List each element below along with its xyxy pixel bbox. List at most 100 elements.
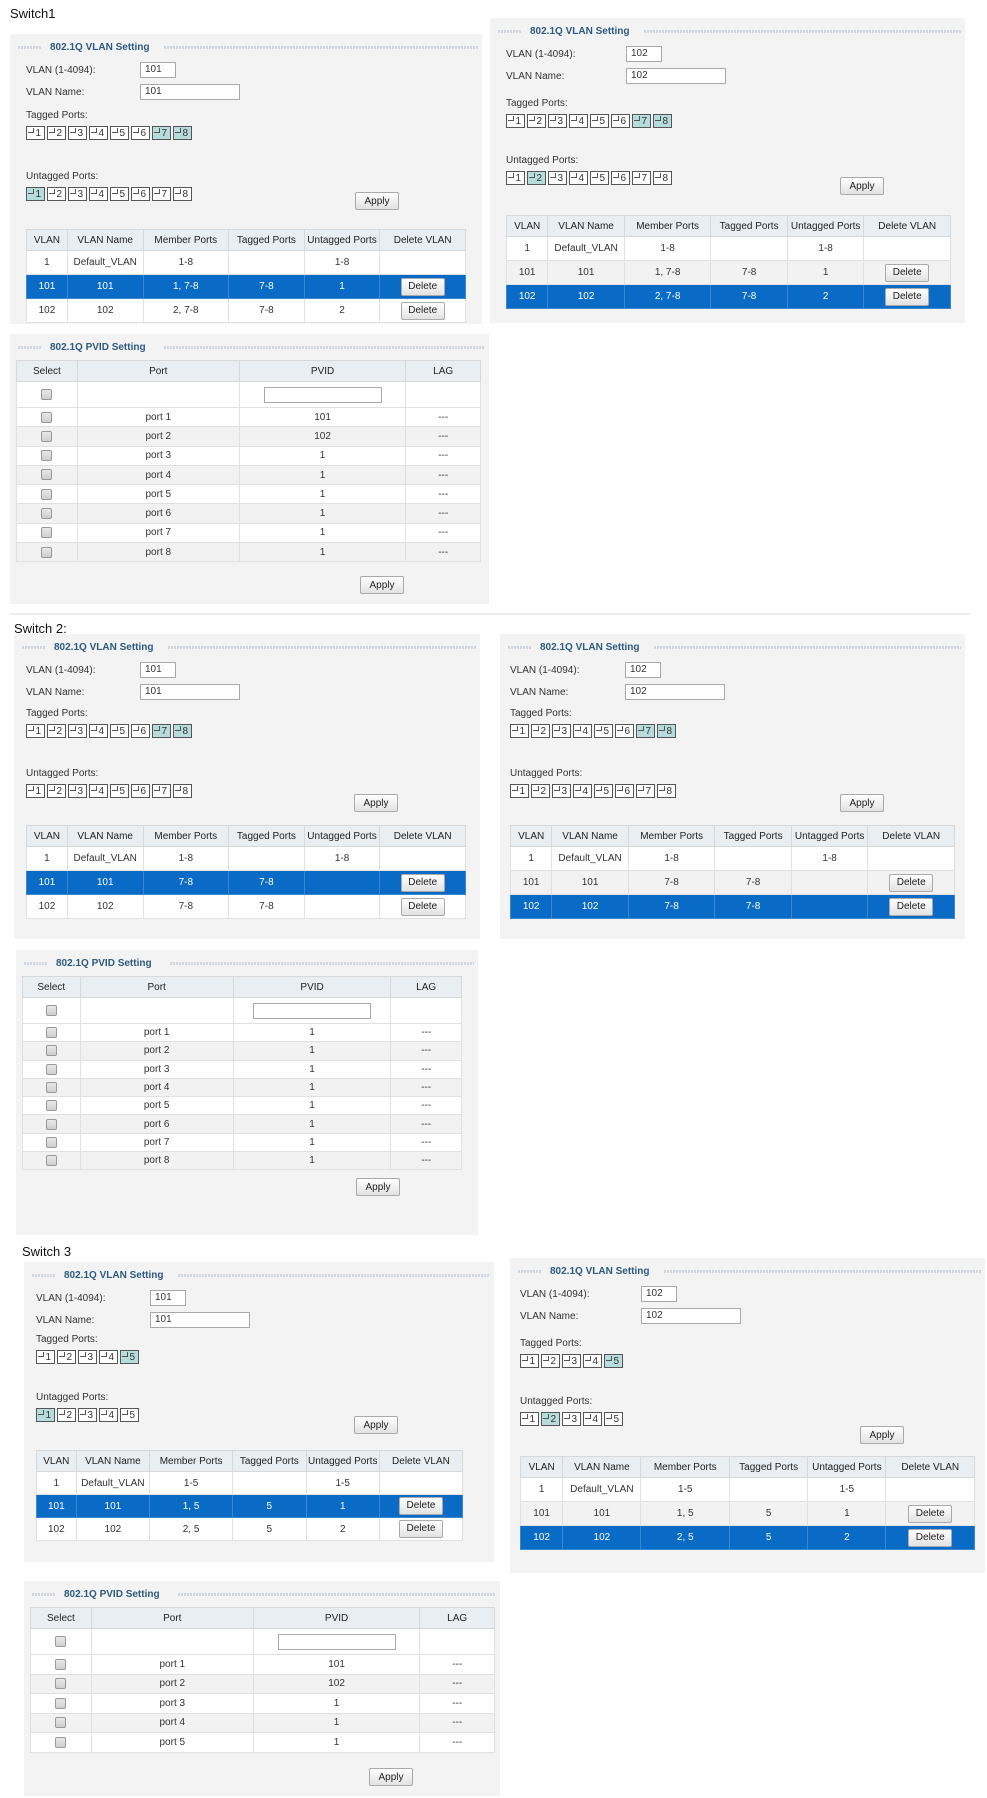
row-checkbox[interactable] bbox=[41, 411, 53, 423]
port-toggle-icon[interactable]: 5 bbox=[120, 1350, 139, 1364]
port-toggle-icon[interactable]: 6 bbox=[131, 724, 150, 738]
delete-vlan-button[interactable]: Delete bbox=[400, 277, 445, 296]
port-toggle-icon[interactable]: 4 bbox=[89, 784, 108, 798]
select-all-checkbox[interactable] bbox=[55, 1635, 67, 1647]
delete-vlan-button[interactable]: Delete bbox=[889, 897, 934, 916]
port-toggle-icon[interactable]: 7 bbox=[632, 114, 651, 128]
port-toggle-icon[interactable]: 2 bbox=[541, 1412, 560, 1426]
port-toggle-icon[interactable]: 3 bbox=[548, 114, 567, 128]
port-toggle-icon[interactable]: 2 bbox=[531, 724, 550, 738]
port-toggle-icon[interactable]: 7 bbox=[152, 784, 171, 798]
port-toggle-icon[interactable]: 7 bbox=[152, 126, 171, 140]
port-toggle-icon[interactable]: 2 bbox=[47, 187, 66, 201]
table-row[interactable]: 102 102 2, 7-8 7-8 2 Delete bbox=[505, 284, 951, 309]
table-row[interactable]: port 5 1 --- bbox=[30, 1732, 495, 1753]
port-toggle-icon[interactable]: 8 bbox=[653, 171, 672, 185]
vlan-name-input[interactable]: 101 bbox=[150, 1312, 250, 1328]
table-row[interactable]: port 1 1 --- bbox=[22, 1022, 462, 1043]
vlan-id-input[interactable]: 102 bbox=[625, 662, 661, 678]
port-toggle-icon[interactable]: 3 bbox=[552, 724, 571, 738]
vlan-id-input[interactable]: 101 bbox=[150, 1290, 186, 1306]
row-checkbox[interactable] bbox=[55, 1697, 67, 1709]
port-toggle-icon[interactable]: 7 bbox=[636, 784, 655, 798]
port-toggle-icon[interactable]: 6 bbox=[611, 171, 630, 185]
row-checkbox[interactable] bbox=[41, 488, 53, 500]
delete-vlan-button[interactable]: Delete bbox=[885, 263, 930, 282]
port-toggle-icon[interactable]: 1 bbox=[26, 187, 45, 201]
delete-vlan-button[interactable]: Delete bbox=[889, 873, 934, 892]
port-toggle-icon[interactable]: 4 bbox=[99, 1350, 118, 1364]
table-row[interactable]: 101 101 7-8 7-8 Delete bbox=[509, 870, 955, 895]
port-toggle-icon[interactable]: 5 bbox=[110, 126, 129, 140]
port-toggle-icon[interactable]: 4 bbox=[89, 724, 108, 738]
table-row[interactable]: 102 102 7-8 7-8 Delete bbox=[509, 894, 955, 919]
row-checkbox[interactable] bbox=[41, 527, 53, 539]
table-row[interactable]: port 2 102 --- bbox=[30, 1673, 495, 1694]
port-toggle-icon[interactable]: 1 bbox=[36, 1350, 55, 1364]
row-checkbox[interactable] bbox=[45, 1136, 57, 1148]
pvid-input[interactable] bbox=[263, 386, 382, 403]
port-toggle-icon[interactable]: 5 bbox=[110, 724, 129, 738]
port-toggle-icon[interactable]: 5 bbox=[110, 784, 129, 798]
row-checkbox[interactable] bbox=[45, 1027, 57, 1039]
row-checkbox[interactable] bbox=[45, 1045, 57, 1057]
delete-vlan-button[interactable]: Delete bbox=[398, 1497, 443, 1515]
port-toggle-icon[interactable]: 5 bbox=[604, 1354, 623, 1368]
vlan-name-input[interactable]: 101 bbox=[140, 684, 240, 700]
table-row[interactable]: port 2 102 --- bbox=[16, 426, 481, 447]
delete-vlan-button[interactable]: Delete bbox=[398, 1520, 443, 1538]
table-row[interactable]: 101 101 7-8 7-8 Delete bbox=[26, 870, 466, 895]
row-checkbox[interactable] bbox=[41, 450, 53, 462]
port-toggle-icon[interactable]: 8 bbox=[653, 114, 672, 128]
row-checkbox[interactable] bbox=[45, 1155, 57, 1167]
port-toggle-icon[interactable]: 1 bbox=[520, 1412, 539, 1426]
table-row[interactable]: 1 Default_VLAN 1-8 1-8 bbox=[26, 846, 466, 871]
port-toggle-icon[interactable]: 8 bbox=[173, 187, 192, 201]
port-toggle-icon[interactable]: 8 bbox=[173, 784, 192, 798]
row-checkbox[interactable] bbox=[45, 1118, 57, 1130]
table-row[interactable]: port 7 1 --- bbox=[16, 522, 481, 544]
port-toggle-icon[interactable]: 3 bbox=[562, 1412, 581, 1426]
port-toggle-icon[interactable]: 7 bbox=[152, 724, 171, 738]
port-toggle-icon[interactable]: 4 bbox=[569, 171, 588, 185]
port-toggle-icon[interactable]: 1 bbox=[26, 724, 45, 738]
delete-vlan-button[interactable]: Delete bbox=[400, 873, 445, 892]
port-toggle-icon[interactable]: 6 bbox=[131, 126, 150, 140]
port-toggle-icon[interactable]: 4 bbox=[573, 784, 592, 798]
table-row[interactable]: port 4 1 --- bbox=[22, 1077, 462, 1098]
port-toggle-icon[interactable]: 8 bbox=[173, 724, 192, 738]
port-toggle-icon[interactable]: 1 bbox=[26, 784, 45, 798]
table-row[interactable]: 101 101 1, 5 5 1 Delete bbox=[36, 1494, 464, 1518]
port-toggle-icon[interactable]: 8 bbox=[657, 724, 676, 738]
row-checkbox[interactable] bbox=[45, 1081, 57, 1093]
port-toggle-icon[interactable]: 4 bbox=[573, 724, 592, 738]
port-toggle-icon[interactable]: 3 bbox=[548, 171, 567, 185]
port-toggle-icon[interactable]: 2 bbox=[531, 784, 550, 798]
table-row[interactable]: 1 Default_VLAN 1-8 1-8 bbox=[505, 236, 951, 261]
port-toggle-icon[interactable]: 4 bbox=[99, 1408, 118, 1422]
port-toggle-icon[interactable]: 1 bbox=[510, 724, 529, 738]
port-toggle-icon[interactable]: 4 bbox=[89, 126, 108, 140]
delete-vlan-button[interactable]: Delete bbox=[885, 287, 930, 306]
port-toggle-icon[interactable]: 6 bbox=[611, 114, 630, 128]
table-row[interactable]: port 3 1 --- bbox=[30, 1693, 495, 1714]
table-row[interactable]: port 7 1 --- bbox=[22, 1132, 462, 1153]
delete-vlan-button[interactable]: Delete bbox=[400, 301, 445, 320]
apply-button[interactable]: Apply bbox=[360, 576, 404, 594]
port-toggle-icon[interactable]: 3 bbox=[78, 1408, 97, 1422]
vlan-id-input[interactable]: 102 bbox=[641, 1286, 677, 1302]
row-checkbox[interactable] bbox=[55, 1736, 67, 1748]
port-toggle-icon[interactable]: 2 bbox=[47, 724, 66, 738]
port-toggle-icon[interactable]: 2 bbox=[527, 114, 546, 128]
table-row[interactable]: port 6 1 --- bbox=[22, 1114, 462, 1134]
port-toggle-icon[interactable]: 8 bbox=[173, 126, 192, 140]
table-row[interactable]: 1 Default_VLAN 1-8 1-8 bbox=[26, 250, 466, 275]
table-row[interactable]: 1 Default_VLAN 1-5 1-5 bbox=[519, 1477, 975, 1502]
port-toggle-icon[interactable]: 6 bbox=[131, 187, 150, 201]
delete-vlan-button[interactable]: Delete bbox=[908, 1504, 953, 1523]
apply-button[interactable]: Apply bbox=[354, 794, 398, 812]
port-toggle-icon[interactable]: 5 bbox=[594, 724, 613, 738]
apply-button[interactable]: Apply bbox=[356, 1178, 400, 1196]
port-toggle-icon[interactable]: 5 bbox=[110, 187, 129, 201]
port-toggle-icon[interactable]: 3 bbox=[68, 126, 87, 140]
